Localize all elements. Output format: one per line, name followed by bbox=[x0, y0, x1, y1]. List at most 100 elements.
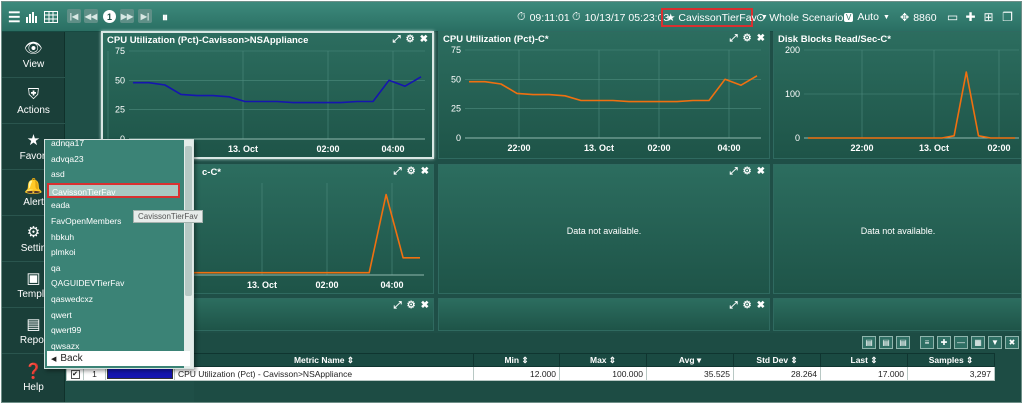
max-cell: 100.000 bbox=[559, 366, 647, 381]
dropdown-item[interactable]: qa bbox=[45, 261, 185, 277]
dropdown-item[interactable]: advqa23 bbox=[45, 152, 185, 168]
grid-view-icon[interactable] bbox=[44, 9, 58, 25]
y-tick-label: 50 bbox=[115, 75, 125, 85]
no-data-message: Data not available. bbox=[860, 226, 936, 237]
chart-cpu-c: 75 50 25 0 22:00 13. Oct 02:00 04:00 bbox=[451, 45, 761, 153]
close-icon[interactable]: ✖ bbox=[421, 300, 429, 311]
column-max[interactable]: Max ⇕ bbox=[559, 353, 647, 367]
port-indicator: ✥ 8860 bbox=[900, 11, 937, 25]
dropdown-item[interactable]: CavissonTierFav bbox=[47, 182, 180, 199]
x-tick-label: 02:00 bbox=[987, 143, 1010, 153]
back-button[interactable]: ◀ Back bbox=[47, 351, 190, 366]
table-icon[interactable]: ▦ bbox=[971, 336, 985, 349]
y-tick-label: 100 bbox=[785, 89, 800, 99]
layout-icon[interactable]: ⊞ bbox=[982, 10, 995, 24]
gear-icon[interactable]: ⚙ bbox=[743, 166, 752, 177]
dropdown-item[interactable]: asd bbox=[45, 167, 185, 183]
table-row[interactable]: ✔ 1 CPU Utilization (Pct) - Cavisson>NSA… bbox=[66, 366, 995, 381]
last-cell: 17.000 bbox=[820, 366, 908, 381]
dropdown-item[interactable]: qaswedcxz bbox=[45, 292, 185, 308]
column-min[interactable]: Min ⇕ bbox=[473, 353, 560, 367]
samples-cell: 3,297 bbox=[907, 366, 995, 381]
maximize-icon[interactable]: ⤢ bbox=[730, 300, 738, 311]
panel-no-data-2[interactable]: Data not available. bbox=[773, 164, 1021, 294]
current-time: ⏱ 09:11:01 bbox=[517, 11, 570, 24]
add-icon[interactable]: ✚ bbox=[964, 10, 977, 24]
add-icon[interactable]: ✚ bbox=[937, 336, 951, 349]
close-icon[interactable]: ✖ bbox=[757, 300, 765, 311]
x-tick-label: 13. Oct bbox=[247, 280, 277, 290]
series-line bbox=[808, 71, 1015, 139]
panel-no-data-1[interactable]: ⤢ ⚙ ✖ Data not available. bbox=[438, 164, 770, 294]
first-page-button[interactable]: |◀ bbox=[67, 9, 81, 23]
series-line bbox=[469, 75, 758, 103]
x-tick-label: 22:00 bbox=[507, 143, 530, 153]
scenario-selector[interactable]: ⊙ Whole Scenario bbox=[756, 11, 843, 25]
dropdown-scrollbar[interactable] bbox=[184, 140, 193, 368]
close-icon[interactable]: ✖ bbox=[757, 166, 765, 177]
panel-empty-3[interactable] bbox=[773, 298, 1021, 331]
maximize-icon[interactable]: ⤢ bbox=[730, 166, 738, 177]
caret-down-icon: ▼ bbox=[882, 13, 890, 21]
column-samples[interactable]: Samples ⇕ bbox=[907, 353, 995, 367]
maximize-icon[interactable]: ⤢ bbox=[394, 300, 402, 311]
filter-icon[interactable]: ▼ bbox=[988, 336, 1002, 349]
favorite-selector[interactable]: ★ CavissonTierFav ▼ bbox=[661, 8, 768, 27]
refresh-mode-selector[interactable]: V Auto ▼ bbox=[844, 11, 890, 23]
dropdown-item[interactable]: hbkuh bbox=[45, 230, 185, 246]
column-metric-name[interactable]: Metric Name ⇕ bbox=[174, 353, 474, 367]
menu-icon[interactable]: ☰ bbox=[8, 9, 21, 25]
y-tick-label: 25 bbox=[451, 104, 461, 114]
export-word-icon[interactable]: ▤ bbox=[896, 336, 910, 349]
remove-icon[interactable]: — bbox=[954, 336, 968, 349]
x-tick-label: 13. Oct bbox=[584, 143, 614, 153]
std-dev-cell: 28.264 bbox=[733, 366, 821, 381]
x-tick-label: 13. Oct bbox=[228, 144, 258, 154]
x-tick-label: 22:00 bbox=[850, 143, 873, 153]
star-icon: ★ bbox=[666, 11, 676, 24]
sidebar-item-view[interactable]: 👁 View bbox=[2, 32, 65, 78]
y-tick-label: 75 bbox=[115, 46, 125, 56]
panel-disk-blocks[interactable]: Disk Blocks Read/Sec-C* 200 100 0 22:00 13. … bbox=[773, 31, 1021, 159]
session-datetime: ⏱ 10/13/17 05:23:03 bbox=[572, 11, 670, 24]
column-last[interactable]: Last ⇕ bbox=[820, 353, 908, 367]
previous-page-button[interactable]: ◀◀ bbox=[84, 9, 98, 23]
panel-empty-2[interactable]: ⤢ ⚙ ✖ bbox=[438, 298, 770, 331]
export-excel-icon[interactable]: ▤ bbox=[879, 336, 893, 349]
x-tick-label: 04:00 bbox=[380, 280, 403, 290]
gear-icon[interactable]: ⚙ bbox=[407, 300, 416, 311]
star-icon: ★ bbox=[26, 132, 41, 149]
next-page-button[interactable]: ▶▶ bbox=[120, 9, 134, 23]
y-tick-label: 0 bbox=[795, 133, 800, 143]
report-icon: ▤ bbox=[26, 316, 41, 333]
column-avg[interactable]: Avg ▾ bbox=[646, 353, 734, 367]
clock-icon: ⏱ bbox=[517, 11, 526, 23]
list-icon[interactable]: ≡ bbox=[920, 336, 934, 349]
close-icon[interactable]: ✖ bbox=[1005, 336, 1019, 349]
column-std-dev[interactable]: Std Dev ⇕ bbox=[733, 353, 821, 367]
last-page-button[interactable]: ▶| bbox=[138, 9, 152, 23]
pause-icon[interactable]: ⏸ bbox=[162, 9, 168, 25]
caret-left-icon: ◀ bbox=[51, 355, 57, 363]
dropdown-item[interactable]: adnqa17 bbox=[45, 140, 185, 152]
top-toolbar: ☰ |◀ ◀◀ 1 ▶▶ ▶| ⏸ ⏱ 09:11:01 ⏱ 10/13/17 05… bbox=[2, 2, 1021, 32]
bar-chart-icon[interactable] bbox=[25, 9, 39, 25]
card-icon[interactable]: ▭ bbox=[946, 10, 959, 24]
panel-cpu-c[interactable]: CPU Utilization (Pct)-C* ⤢ ⚙ ✖ 75 50 25 0 22:0… bbox=[438, 31, 770, 159]
help-icon: ❓ bbox=[24, 362, 43, 380]
export-pdf-icon[interactable]: ▤ bbox=[862, 336, 876, 349]
dropdown-item[interactable]: QAGUIDEVTierFav bbox=[45, 276, 185, 292]
x-tick-label: 02:00 bbox=[647, 143, 670, 153]
dropdown-item[interactable]: qwert99 bbox=[45, 323, 185, 339]
refresh-icon: V bbox=[844, 12, 854, 22]
y-tick-label: 0 bbox=[456, 133, 461, 143]
dropdown-item[interactable]: qwert bbox=[45, 308, 185, 324]
crosshair-icon: ✥ bbox=[900, 12, 910, 24]
avg-cell: 35.525 bbox=[646, 366, 734, 381]
sidebar-item-actions[interactable]: ⛨ Actions bbox=[2, 78, 65, 124]
copy-icon[interactable]: ❐ bbox=[1001, 10, 1014, 24]
min-cell: 12.000 bbox=[473, 366, 560, 381]
x-tick-label: 02:00 bbox=[316, 144, 339, 154]
gear-icon[interactable]: ⚙ bbox=[743, 300, 752, 311]
dropdown-item[interactable]: plmkoi bbox=[45, 245, 185, 261]
